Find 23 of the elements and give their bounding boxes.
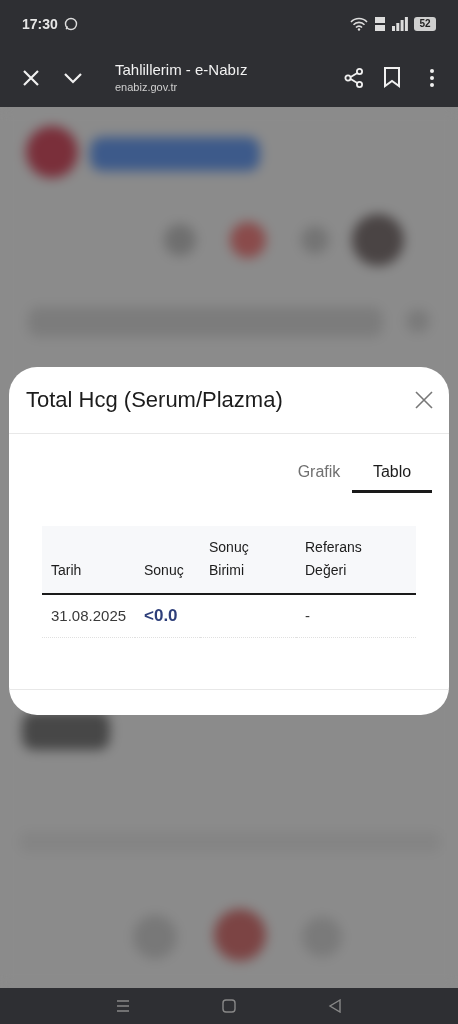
battery-indicator: 52 (414, 17, 436, 31)
tab[interactable]: Grafik (286, 459, 352, 493)
home-icon[interactable] (222, 999, 236, 1013)
column-header: Tarih (51, 561, 83, 580)
column-header: Referans Değeri (305, 538, 363, 580)
page-url: enabiz.gov.tr (115, 80, 179, 95)
status-time: 17:30 (22, 14, 58, 34)
wifi-icon (350, 17, 368, 31)
more-menu-button[interactable] (428, 66, 436, 89)
result-value: <0.0 (144, 606, 178, 625)
menu-icon[interactable] (116, 1000, 130, 1012)
signal-icon (392, 17, 408, 31)
back-icon[interactable] (328, 999, 342, 1013)
table-cell: 31.08.2025 (51, 606, 127, 624)
modal-title: Total Hcg (Serum/Plazma) (26, 386, 284, 414)
column-header: Sonuç Birimi (209, 538, 250, 580)
table-cell: - (305, 606, 310, 624)
page-title: Tahlillerim - e-Nabız (115, 60, 248, 80)
chat-icon (63, 17, 78, 31)
column-header: Sonuç (144, 561, 185, 580)
tab[interactable]: Tablo (352, 459, 432, 493)
bookmark-button[interactable] (381, 65, 403, 90)
share-button[interactable] (342, 65, 366, 90)
